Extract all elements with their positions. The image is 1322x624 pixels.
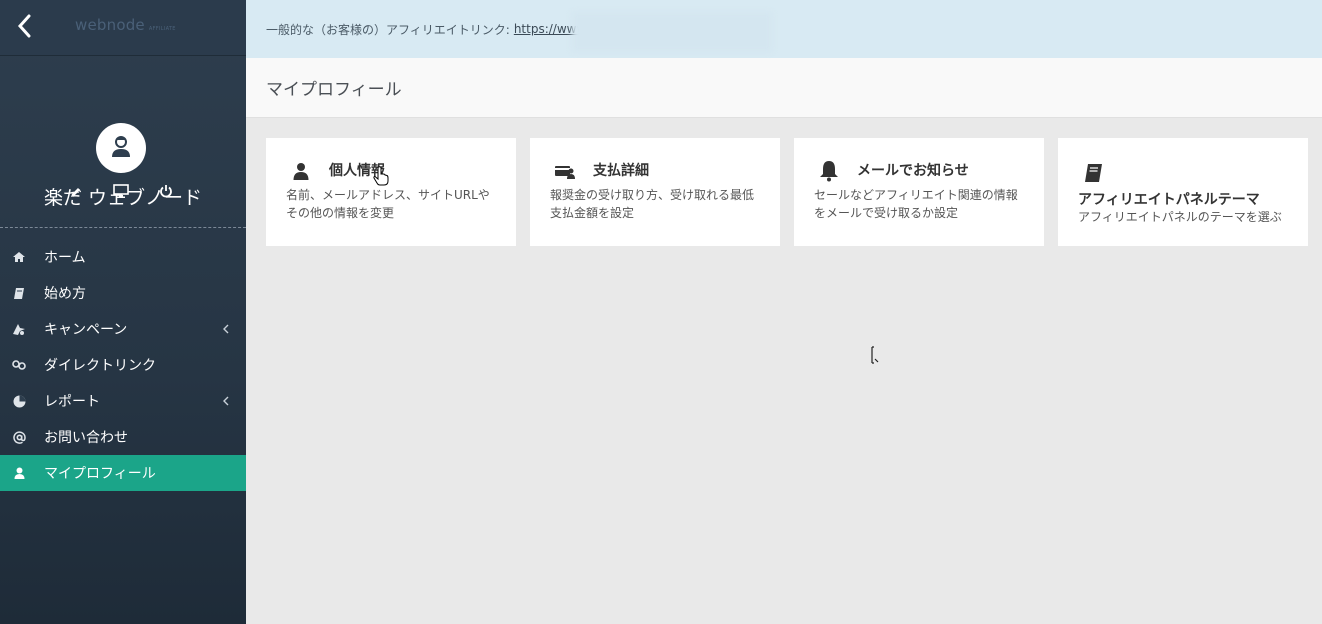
affiliate-link-bar: 一般的な（お客様の）アフィリエイトリンク: https://www.	[246, 0, 1322, 58]
sidebar-item-label: キャンペーン	[44, 322, 128, 338]
chevron-left-icon	[221, 395, 231, 407]
page-title: マイプロフィール	[266, 80, 402, 100]
card-personal-info[interactable]: 個人情報 名前、メールアドレス、サイトURLや その他の情報を変更	[266, 138, 516, 246]
affiliate-link-label: 一般的な（お客様の）アフィリエイトリンク:	[266, 22, 510, 37]
card-payment-details[interactable]: 支払詳細 報奨金の受け取り方、受け取れる最低 支払金額を設定	[530, 138, 780, 246]
book-icon	[11, 285, 27, 301]
sidebar: webnode AFFILIATE 楽だ ウェブノード ホーム 始め方 キャンペ…	[0, 0, 246, 624]
notebook-icon	[1082, 162, 1104, 184]
edit-profile-button[interactable]	[66, 182, 86, 202]
sidebar-item-direct-link[interactable]: ダイレクトリンク	[0, 347, 246, 383]
card-panel-theme[interactable]: アフィリエイトパネルテーマ アフィリエイトパネルのテーマを選ぶ	[1058, 138, 1308, 246]
logo-subtext: AFFILIATE	[148, 26, 176, 32]
power-icon	[159, 183, 173, 202]
card-title: 支払詳細	[593, 163, 649, 179]
sidebar-item-label: 始め方	[44, 286, 86, 302]
profile-panel: 楽だ ウェブノード	[0, 56, 246, 228]
logout-button[interactable]	[156, 182, 176, 202]
logo-text: webnode	[75, 16, 145, 34]
avatar[interactable]	[96, 123, 146, 173]
link-icon	[11, 357, 27, 373]
card-email-notifications[interactable]: メールでお知らせ セールなどアフィリエイト関連の情報 をメールで受け取るか設定	[794, 138, 1044, 246]
sidebar-item-label: お問い合わせ	[44, 430, 128, 446]
sidebar-item-label: ダイレクトリンク	[44, 358, 156, 374]
chart-icon	[11, 393, 27, 409]
sidebar-item-label: マイプロフィール	[44, 466, 156, 482]
profile-actions	[0, 182, 246, 202]
sidebar-item-home[interactable]: ホーム	[0, 239, 246, 275]
sidebar-topbar: webnode AFFILIATE	[0, 0, 246, 56]
back-button[interactable]	[0, 0, 48, 56]
sidebar-item-my-profile[interactable]: マイプロフィール	[0, 455, 246, 491]
card-description: セールなどアフィリエイト関連の情報 をメールで受け取るか設定	[814, 188, 1018, 220]
blurred-region	[572, 12, 772, 52]
campaign-icon	[11, 321, 27, 337]
sidebar-item-reports[interactable]: レポート	[0, 383, 246, 419]
page-header: マイプロフィール	[246, 58, 1322, 118]
user-icon	[11, 465, 27, 481]
main-content: 一般的な（お客様の）アフィリエイトリンク: https://www. マイプロフ…	[246, 0, 1322, 624]
card-description: 報奨金の受け取り方、受け取れる最低 支払金額を設定	[550, 188, 755, 220]
display-button[interactable]	[111, 182, 131, 202]
monitor-icon	[113, 183, 129, 202]
card-description: アフィリエイトパネルのテーマを選ぶ	[1078, 210, 1282, 224]
sidebar-item-label: レポート	[44, 394, 100, 410]
chevron-left-icon	[221, 323, 231, 335]
payment-card-icon	[554, 160, 576, 182]
text-cursor-icon	[870, 345, 880, 369]
at-icon	[11, 429, 27, 445]
sidebar-nav: ホーム 始め方 キャンペーン ダイレクトリンク レポート お問い合わせ マイプロ…	[0, 239, 246, 491]
card-title: アフィリエイトパネルテーマ	[1078, 192, 1260, 208]
sidebar-item-label: ホーム	[44, 250, 86, 266]
bell-icon	[818, 160, 840, 182]
card-title: メールでお知らせ	[857, 163, 969, 179]
sidebar-item-campaigns[interactable]: キャンペーン	[0, 311, 246, 347]
person-icon	[290, 160, 312, 182]
hand-cursor-icon	[373, 166, 389, 190]
home-icon	[11, 249, 27, 265]
sidebar-item-getting-started[interactable]: 始め方	[0, 275, 246, 311]
user-avatar-icon	[109, 134, 133, 162]
logo: webnode AFFILIATE	[75, 16, 176, 34]
chevron-left-icon	[17, 14, 31, 42]
pencil-icon	[70, 183, 82, 202]
card-description: 名前、メールアドレス、サイトURLや その他の情報を変更	[286, 188, 490, 220]
sidebar-item-contact[interactable]: お問い合わせ	[0, 419, 246, 455]
